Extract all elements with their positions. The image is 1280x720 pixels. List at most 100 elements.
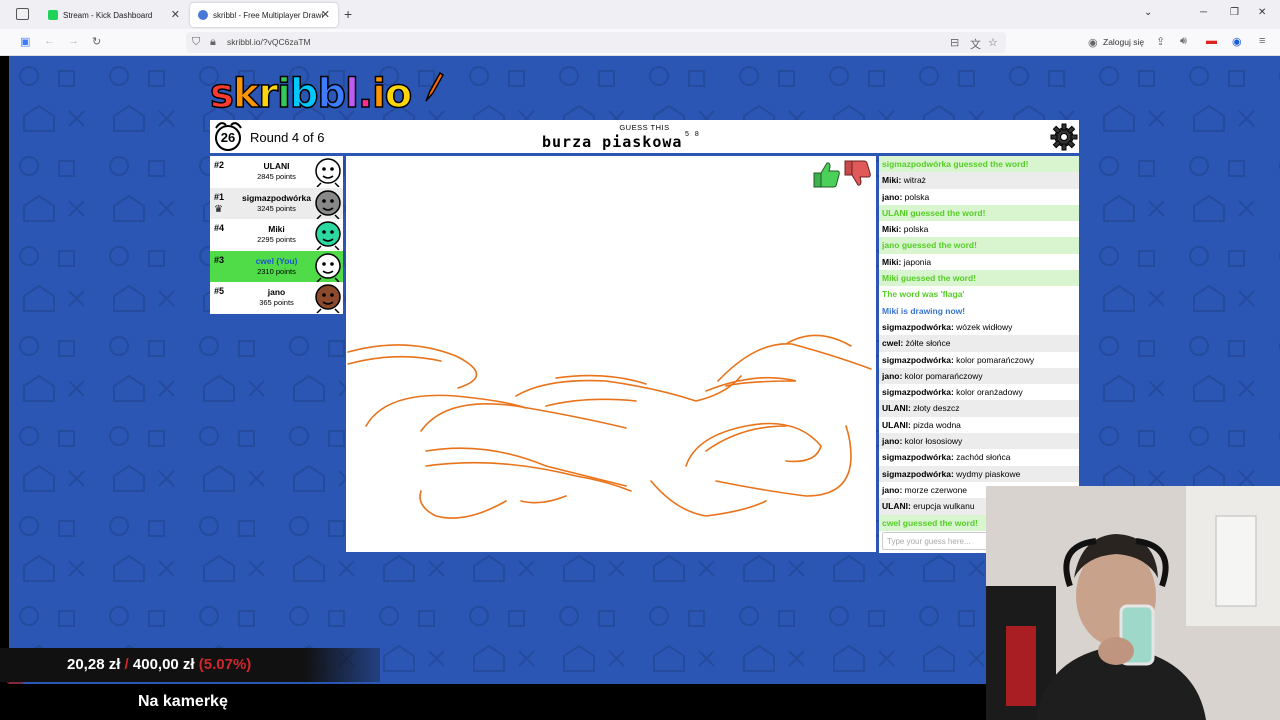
player-avatar-icon — [315, 158, 341, 187]
chat-text: pizda wodna — [910, 419, 961, 430]
thumbs-up-icon[interactable] — [813, 162, 840, 188]
chat-message: sigmazpodwórka: zachód słońca — [879, 449, 1079, 465]
chat-message: ULANI: pizda wodna — [879, 417, 1079, 433]
logo-letter: b — [289, 70, 319, 118]
game-header: 26 Round 4 of 6 GUESS THIS burza piaskow… — [210, 120, 1079, 153]
drawing-canvas[interactable] — [346, 156, 876, 552]
chat-messages: sigmazpodwórka guessed the word! Miki: wi… — [879, 156, 1079, 531]
player-name: jano — [267, 287, 286, 298]
round-label: Round 4 of 6 — [250, 130, 325, 145]
word-hint: burza piaskowa — [542, 133, 683, 151]
player-row[interactable]: #2 ULANI 2845 points — [210, 156, 343, 188]
sidebar-icon[interactable]: ▣ — [20, 35, 30, 48]
skribbl-logo: skribbl.io — [209, 70, 445, 118]
chat-text: japonia — [901, 256, 932, 267]
chat-text: złoty deszcz — [910, 403, 960, 414]
chat-text: morze czerwone — [902, 484, 968, 495]
bookmark-star-icon[interactable]: ☆ — [988, 36, 998, 49]
close-tab-icon[interactable]: ✕ — [171, 8, 180, 21]
chat-user: sigmazpodwórka: — [882, 452, 954, 463]
tab-overview-icon[interactable] — [16, 8, 29, 20]
tab-kick-dashboard[interactable]: Stream - Kick Dashboard ✕ — [40, 3, 188, 27]
chat-text: żółte słońce — [903, 338, 951, 349]
chat-message: jano guessed the word! — [879, 237, 1079, 254]
rating-controls — [813, 160, 871, 188]
player-points: 2295 points — [257, 235, 296, 245]
chat-text: polska — [901, 224, 929, 235]
translate-icon[interactable]: 文 — [970, 36, 981, 52]
address-bar[interactable]: ⛉ 🔒︎ skribbl.io/?vQC6zaTM ⊟ 文 ☆ — [186, 32, 1006, 53]
thumbs-down-icon[interactable] — [844, 160, 871, 186]
browser-tabbar: Stream - Kick Dashboard ✕ skribbl - Free… — [0, 0, 1280, 29]
close-window-icon[interactable]: ✕ — [1258, 7, 1266, 18]
player-rank: #4 — [214, 223, 225, 234]
logo-letter: l — [344, 70, 359, 118]
chat-message: sigmazpodwórka: wydmy piaskowe — [879, 465, 1079, 482]
chat-text: polska — [902, 191, 930, 202]
reload-icon[interactable]: ↻ — [92, 35, 101, 48]
chat-message: Miki: witraż — [879, 172, 1079, 189]
kick-favicon-icon — [48, 10, 58, 20]
player-points: 3245 points — [257, 203, 296, 213]
stream-caption: Na kamerkę — [138, 693, 228, 710]
chat-user: ULANI: — [882, 501, 911, 512]
close-tab-icon[interactable]: ✕ — [321, 8, 330, 21]
browser-navbar: ▣ ← → ↻ ⛉ 🔒︎ skribbl.io/?vQC6zaTM ⊟ 文 ☆ … — [0, 29, 1280, 56]
chat-message: Miki is drawing now! — [882, 305, 966, 316]
logo-letter: i — [371, 70, 386, 118]
stream-caption-bar: Na kamerkę — [0, 684, 986, 720]
logo-letter: skribbl.io — [209, 70, 413, 118]
settings-gear-icon[interactable] — [1050, 123, 1078, 151]
tab-skribbl[interactable]: skribbl - Free Multiplayer Drawing ✕ — [190, 3, 338, 27]
player-name: ULANI — [263, 161, 290, 171]
player-row[interactable]: #5 jano 365 points — [210, 282, 343, 315]
extension-icon[interactable]: ▬ — [1206, 35, 1217, 47]
chat-user: jano: — [882, 191, 903, 202]
chat-message: jano: kolor pomarańczowy — [879, 367, 1079, 385]
shield-icon[interactable]: ⛉ — [192, 36, 200, 49]
forward-icon[interactable]: → — [68, 35, 79, 47]
chat-message: jano: kolor łososiowy — [879, 433, 1079, 450]
chat-text: kolor pomarańczowy — [953, 354, 1035, 365]
reader-icon[interactable]: ⊟ — [950, 36, 959, 49]
pencil-icon — [425, 71, 445, 102]
minimize-icon[interactable]: ─ — [1200, 7, 1207, 18]
account-icon[interactable]: ◉ — [1088, 36, 1098, 49]
drawing-strokes — [347, 334, 872, 519]
player-points: 365 points — [259, 298, 294, 308]
chat-message: sigmazpodwórka guessed the word! — [879, 156, 1079, 173]
logo-letter: r — [258, 70, 279, 118]
chat-user: jano: — [882, 370, 903, 381]
lock-icon[interactable]: 🔒︎ — [210, 36, 216, 49]
player-avatar-icon — [315, 253, 341, 282]
player-name: Miki — [268, 224, 285, 235]
chat-user: ULANI: — [882, 403, 911, 414]
back-icon[interactable]: ← — [44, 35, 55, 47]
player-rank: #2 — [214, 160, 225, 170]
player-row[interactable]: #4 Miki 2295 points — [210, 219, 343, 252]
chat-message: sigmazpodwórka: kolor oranżadowy — [879, 384, 1079, 400]
chat-user: jano: — [882, 436, 903, 447]
donation-separator: / — [120, 656, 133, 673]
logo-letter: i — [276, 70, 291, 118]
menu-icon[interactable]: ≡ — [1259, 35, 1265, 47]
logo-letter: b — [317, 70, 347, 118]
player-list: #2 ULANI 2845 points #1 sigmazpodwórka 3245 p… — [210, 156, 343, 315]
donation-current: 20,28 zł — [67, 656, 121, 673]
share-icon[interactable]: ⇪ — [1156, 35, 1165, 48]
player-row[interactable]: #1 sigmazpodwórka 3245 points ♛ — [210, 187, 343, 220]
tab-title: skribbl - Free Multiplayer Drawing — [213, 10, 323, 20]
skribbl-favicon-icon — [198, 10, 208, 20]
chat-user: Miki: — [882, 175, 902, 186]
player-name: cwel (You) — [255, 255, 298, 266]
chat-user: Miki: — [882, 224, 902, 235]
login-link[interactable]: Zaloguj się — [1103, 37, 1144, 47]
audio-icon[interactable]: 🔊︎ — [1180, 35, 1187, 48]
webcam-feed — [986, 486, 1280, 720]
new-tab-icon[interactable]: + — [344, 6, 352, 22]
maximize-icon[interactable]: ❐ — [1230, 7, 1239, 18]
logo-letter: k — [232, 70, 260, 118]
extension-icon[interactable]: ◉ — [1232, 35, 1242, 48]
tab-list-chevron-icon[interactable]: ⌄ — [1144, 7, 1152, 18]
player-row[interactable]: #3 cwel (You) 2310 points — [210, 250, 343, 283]
